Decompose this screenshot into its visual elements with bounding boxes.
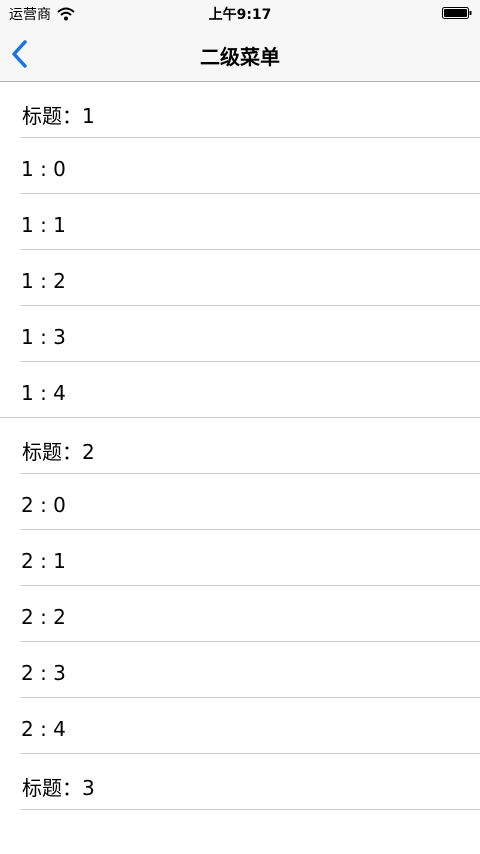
status-bar: 运营商 上午9:17 [0, 0, 480, 26]
divider [20, 809, 480, 810]
page-title: 二级菜单 [200, 45, 280, 69]
section-header-label: 标题：1 [22, 104, 95, 128]
list-item[interactable]: 1 : 2 [0, 250, 480, 306]
section-header-3: 标题：3 [0, 754, 480, 810]
status-time: 上午9:17 [208, 7, 272, 23]
section-header-1: 标题：1 [0, 82, 480, 138]
list-item[interactable]: 2 : 1 [0, 530, 480, 586]
list-item[interactable]: 2 : 3 [0, 642, 480, 698]
list-item-label: 2 : 1 [21, 549, 66, 573]
menu-list: 标题：1 1 : 0 1 : 1 1 : 2 1 : 3 1 : 4 标题：2 … [0, 82, 480, 810]
list-item[interactable]: 2 : 4 [0, 698, 480, 754]
list-item[interactable]: 1 : 3 [0, 306, 480, 362]
list-item-label: 2 : 0 [21, 493, 66, 517]
list-item[interactable]: 1 : 0 [0, 138, 480, 194]
list-item-label: 2 : 4 [21, 717, 66, 741]
section-header-label: 标题：3 [22, 776, 95, 800]
list-item-label: 1 : 4 [21, 381, 66, 405]
navigation-bar: 二级菜单 [0, 26, 480, 82]
list-item-label: 1 : 2 [21, 269, 66, 293]
section-header-label: 标题：2 [22, 440, 95, 464]
section-header-2: 标题：2 [0, 418, 480, 474]
list-item[interactable]: 2 : 0 [0, 474, 480, 530]
list-item[interactable]: 2 : 2 [0, 586, 480, 642]
list-item[interactable]: 1 : 1 [0, 194, 480, 250]
list-item-label: 1 : 0 [21, 157, 66, 181]
list-item-label: 1 : 3 [21, 325, 66, 349]
list-item-label: 1 : 1 [21, 213, 66, 237]
list-item-label: 2 : 2 [21, 605, 66, 629]
list-item-label: 2 : 3 [21, 661, 66, 685]
list-item[interactable]: 1 : 4 [0, 362, 480, 418]
battery-icon [442, 7, 472, 19]
